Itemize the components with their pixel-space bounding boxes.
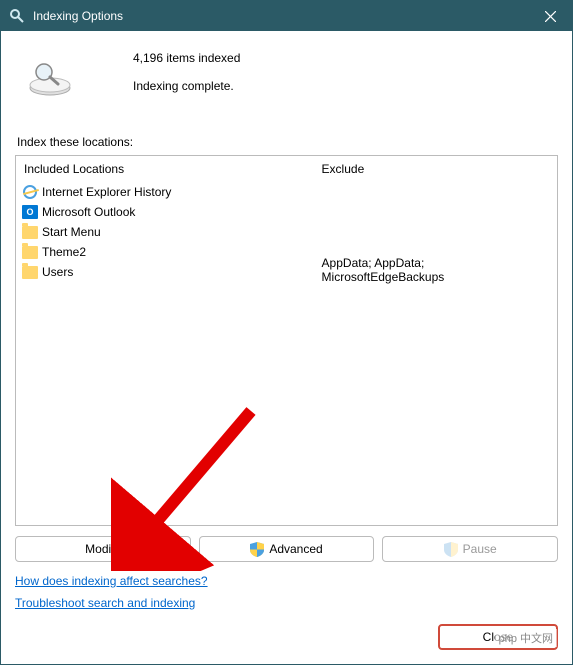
folder-icon: [22, 244, 38, 260]
included-body: Internet Explorer History O Microsoft Outl…: [16, 182, 314, 525]
included-header: Included Locations: [16, 156, 314, 182]
item-label: Users: [42, 265, 73, 279]
modify-label: Modify: [85, 542, 120, 556]
close-label: Close: [483, 630, 514, 644]
folder-icon: [22, 224, 38, 240]
included-column: Included Locations Internet Explorer His…: [16, 156, 314, 525]
close-icon: [545, 11, 556, 22]
list-item[interactable]: Internet Explorer History: [16, 182, 314, 202]
footer-row: Close: [15, 614, 558, 650]
exclude-cell: [314, 218, 557, 236]
list-item[interactable]: Users: [16, 262, 314, 282]
indexing-icon: [9, 8, 25, 24]
shield-icon: [444, 542, 458, 557]
indexing-options-window: Indexing Options 4,196 items indexed Ind…: [0, 0, 573, 665]
ie-icon: [22, 184, 38, 200]
item-label: Start Menu: [42, 225, 101, 239]
list-item[interactable]: Start Menu: [16, 222, 314, 242]
item-label: Internet Explorer History: [42, 185, 171, 199]
exclude-column: Exclude AppData; AppData; MicrosoftEdgeB…: [314, 156, 557, 525]
button-row: Modify Advanced Pause: [15, 536, 558, 562]
close-dialog-button[interactable]: Close: [438, 624, 558, 650]
exclude-cell: [314, 236, 557, 254]
item-label: Microsoft Outlook: [42, 205, 135, 219]
pause-label: Pause: [463, 542, 497, 556]
titlebar: Indexing Options: [1, 1, 572, 31]
pause-button: Pause: [382, 536, 558, 562]
list-item[interactable]: Theme2: [16, 242, 314, 262]
items-indexed-count: 4,196 items indexed: [133, 51, 240, 65]
shield-icon: [250, 542, 264, 557]
window-title: Indexing Options: [33, 9, 528, 23]
content: 4,196 items indexed Indexing complete. I…: [1, 31, 572, 664]
outlook-icon: O: [22, 204, 38, 220]
item-label: Theme2: [42, 245, 86, 259]
advanced-button[interactable]: Advanced: [199, 536, 375, 562]
exclude-cell: [314, 182, 557, 200]
exclude-cell: [314, 200, 557, 218]
magnifier-drive-icon: [25, 59, 75, 99]
troubleshoot-link[interactable]: Troubleshoot search and indexing: [15, 596, 195, 610]
locations-label: Index these locations:: [17, 135, 558, 149]
folder-icon: [22, 264, 38, 280]
indexing-state: Indexing complete.: [133, 79, 240, 93]
advanced-label: Advanced: [269, 542, 322, 556]
close-button[interactable]: [528, 1, 572, 31]
list-item[interactable]: O Microsoft Outlook: [16, 202, 314, 222]
exclude-header: Exclude: [314, 156, 557, 182]
locations-listview[interactable]: Included Locations Internet Explorer His…: [15, 155, 558, 526]
modify-button[interactable]: Modify: [15, 536, 191, 562]
how-indexing-link[interactable]: How does indexing affect searches?: [15, 574, 208, 588]
exclude-body: AppData; AppData; MicrosoftEdgeBackups: [314, 182, 557, 525]
status-area: 4,196 items indexed Indexing complete.: [15, 43, 558, 127]
exclude-cell: AppData; AppData; MicrosoftEdgeBackups: [314, 254, 557, 286]
status-text: 4,196 items indexed Indexing complete.: [133, 51, 240, 107]
